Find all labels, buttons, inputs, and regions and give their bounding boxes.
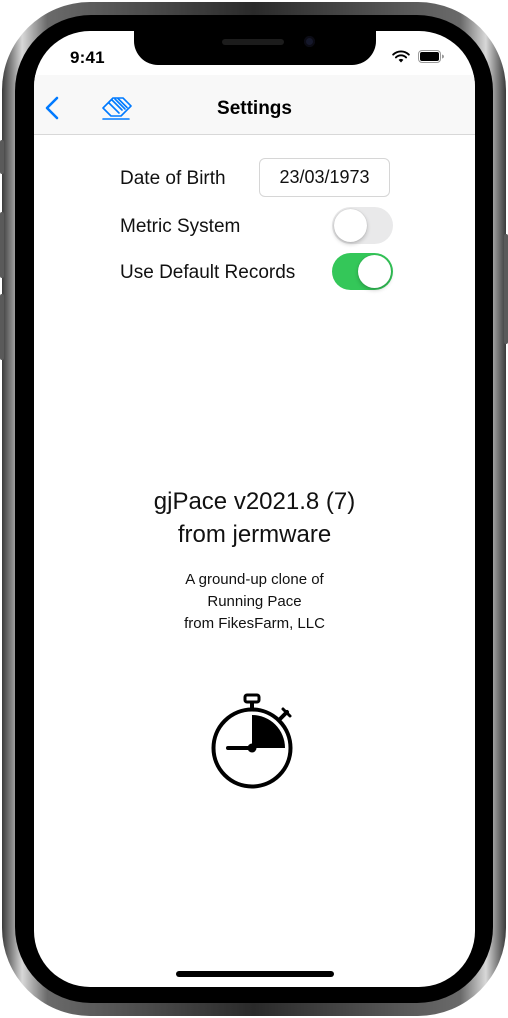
volume-up-button — [0, 212, 4, 278]
about-description-line: Running Pace — [207, 593, 302, 610]
navigation-bar: Settings — [34, 75, 475, 135]
toggle-knob — [358, 255, 391, 288]
stopwatch-icon — [210, 691, 300, 791]
power-button — [504, 234, 508, 344]
mute-switch — [0, 140, 4, 174]
wifi-icon — [392, 50, 410, 68]
home-indicator[interactable] — [176, 971, 334, 977]
status-time: 9:41 — [70, 48, 105, 67]
toggle-knob — [334, 209, 367, 242]
date-of-birth-field[interactable]: 23/03/1973 — [259, 158, 390, 197]
front-camera — [304, 36, 315, 47]
notch — [134, 31, 376, 65]
metric-system-label: Metric System — [120, 216, 241, 237]
status-icons — [392, 50, 445, 68]
screen: 9:41 Settings Date of Birth 23/03/1973 M… — [34, 31, 475, 987]
metric-system-toggle[interactable] — [332, 207, 393, 244]
earpiece-speaker — [222, 39, 284, 45]
dob-label: Date of Birth — [120, 168, 226, 189]
battery-icon — [418, 50, 445, 68]
default-records-label: Use Default Records — [120, 262, 296, 283]
app-author-title: from jermware — [177, 521, 332, 548]
about-description-line: from FikesFarm, LLC — [184, 615, 325, 632]
app-version-title: gjPace v2021.8 (7) — [153, 488, 356, 515]
volume-down-button — [0, 294, 4, 360]
default-records-toggle[interactable] — [332, 253, 393, 290]
about-description-line: A ground-up clone of — [185, 571, 324, 588]
page-title: Settings — [217, 98, 292, 119]
